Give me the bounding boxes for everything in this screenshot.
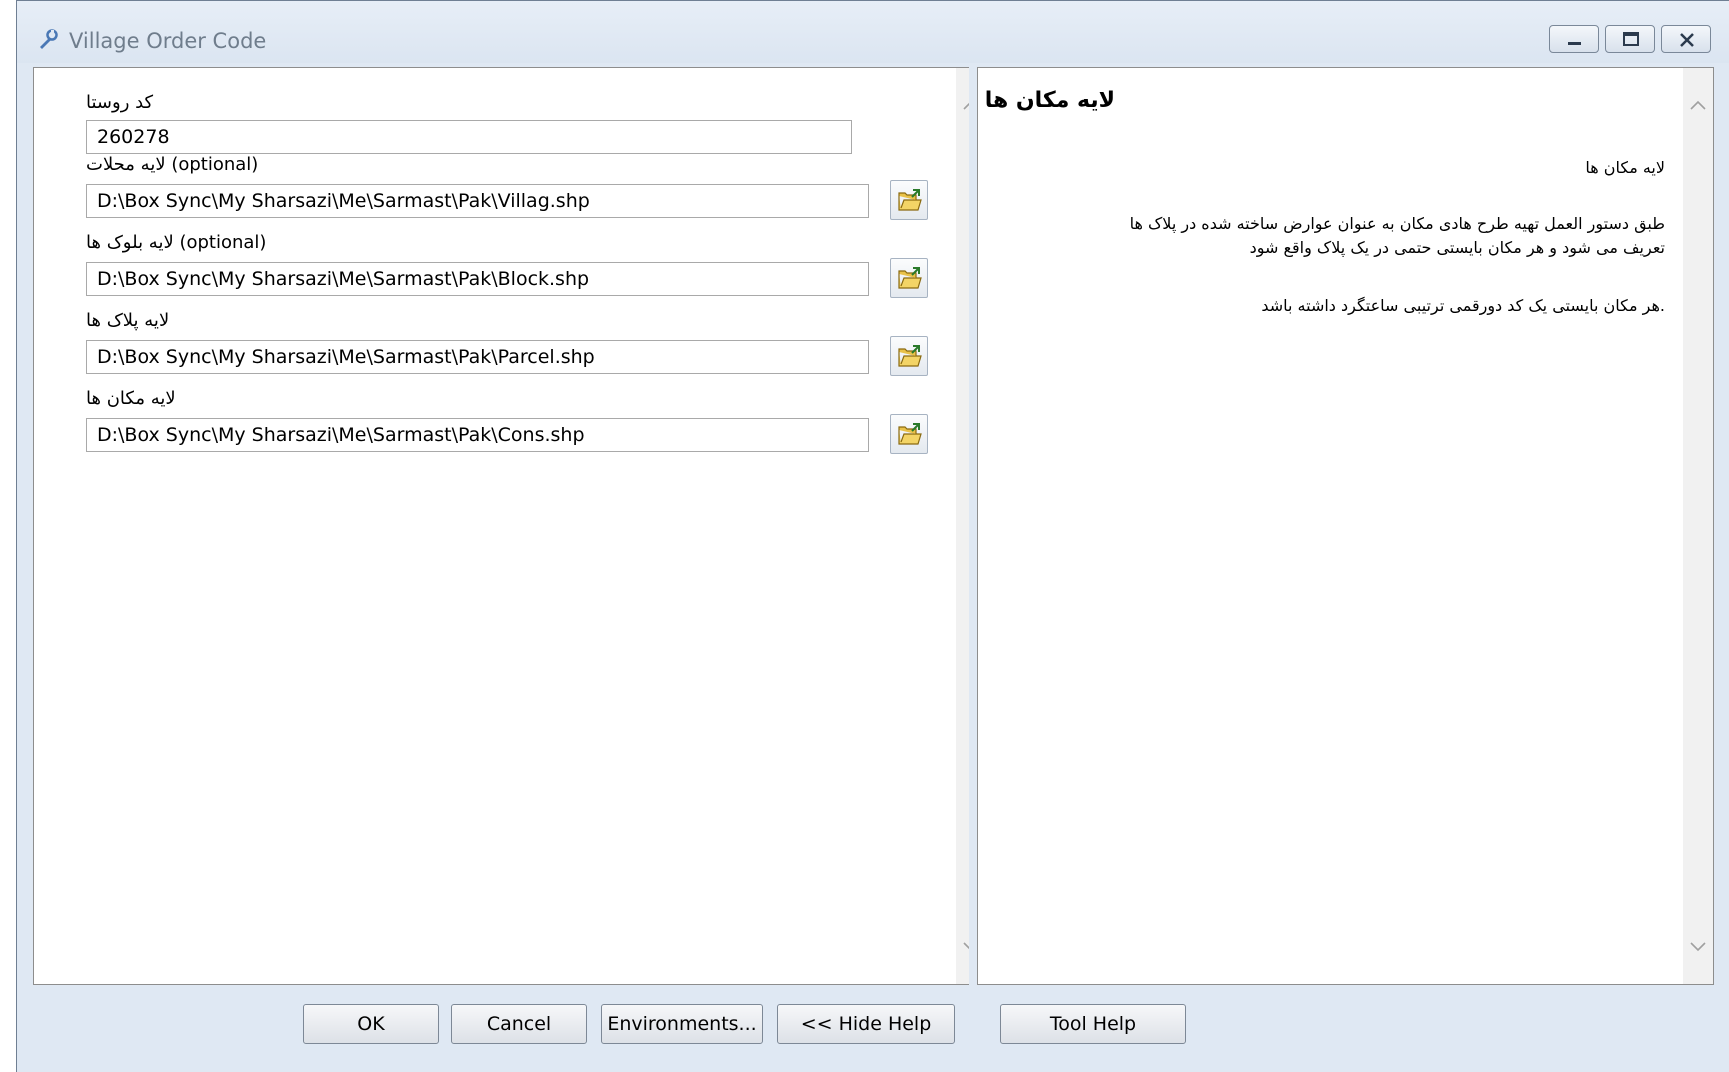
blocks-layer-label: لایه بلوک ها (optional) (86, 232, 267, 253)
parcels-layer-label: لایه پلاک ها (86, 310, 170, 331)
places-layer-input[interactable]: D:\Box Sync\My Sharsazi\Me\Sarmast\Pak\C… (86, 418, 869, 452)
window-controls (1549, 25, 1711, 53)
browse-places-button[interactable] (890, 414, 928, 454)
ok-button[interactable]: OK (303, 1004, 439, 1044)
pane-splitter[interactable] (969, 67, 977, 985)
close-icon (1680, 33, 1694, 47)
help-paragraph-1-line-2: تعریف می شود و هر مکان بایستی حتمی در یک… (1249, 238, 1665, 257)
tool-dialog-window: Village Order Code کد روستا 260278 لایه … (16, 0, 1729, 1072)
help-pane: لایه مکان ها لایه مکان ها طبق دستور العم… (977, 67, 1714, 985)
browse-neighborhoods-button[interactable] (890, 180, 928, 220)
neighborhoods-layer-label: لایه محلات (optional) (86, 154, 259, 175)
help-paragraph-2: .هر مکان بایستی یک کد دورقمی ترتیبی ساعت… (1261, 296, 1665, 315)
help-scrollbar[interactable] (1683, 68, 1713, 984)
cancel-button[interactable]: Cancel (451, 1004, 587, 1044)
places-layer-label: لایه مکان ها (86, 388, 176, 409)
toolbox-tool-icon (40, 29, 58, 49)
open-folder-icon (898, 189, 922, 211)
close-button[interactable] (1661, 25, 1711, 53)
open-folder-icon (898, 345, 922, 367)
chevron-up-icon[interactable] (1689, 98, 1707, 112)
help-subtitle: لایه مکان ها (1585, 158, 1665, 177)
blocks-layer-input[interactable]: D:\Box Sync\My Sharsazi\Me\Sarmast\Pak\B… (86, 262, 869, 296)
window-title: Village Order Code (69, 29, 267, 53)
maximize-button[interactable] (1605, 25, 1655, 53)
chevron-down-icon[interactable] (1689, 940, 1707, 954)
browse-blocks-button[interactable] (890, 258, 928, 298)
neighborhoods-layer-input[interactable]: D:\Box Sync\My Sharsazi\Me\Sarmast\Pak\V… (86, 184, 869, 218)
open-folder-icon (898, 423, 922, 445)
help-title: لایه مکان ها (984, 88, 1115, 113)
maximize-icon (1623, 32, 1639, 46)
parcels-layer-input[interactable]: D:\Box Sync\My Sharsazi\Me\Sarmast\Pak\P… (86, 340, 869, 374)
environments-button[interactable]: Environments... (601, 1004, 763, 1044)
title-bar[interactable]: Village Order Code (17, 1, 1729, 63)
minimize-icon (1568, 42, 1581, 45)
minimize-button[interactable] (1549, 25, 1599, 53)
village-code-input[interactable]: 260278 (86, 120, 852, 154)
browse-parcels-button[interactable] (890, 336, 928, 376)
hide-help-button[interactable]: << Hide Help (777, 1004, 955, 1044)
help-paragraph-1-line-1: طبق دستور العمل تهیه طرح هادی مکان به عن… (1129, 214, 1665, 233)
village-code-label: کد روستا (86, 92, 154, 113)
open-folder-icon (898, 267, 922, 289)
parameters-pane: کد روستا 260278 لایه محلات (optional) D:… (33, 67, 987, 985)
tool-help-button[interactable]: Tool Help (1000, 1004, 1186, 1044)
